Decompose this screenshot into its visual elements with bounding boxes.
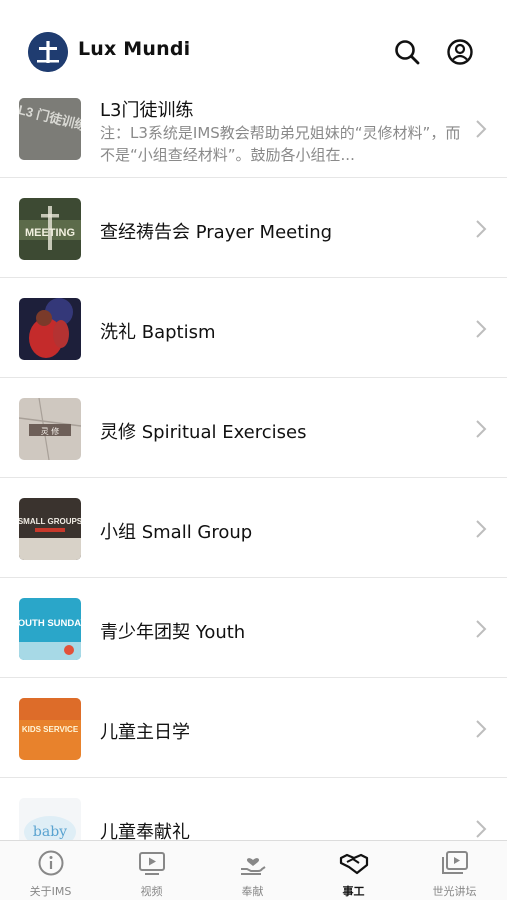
baby-dedication-thumbnail: baby xyxy=(19,798,81,840)
tab-video[interactable]: 视频 xyxy=(101,849,202,899)
baby-thumb-text: baby xyxy=(33,824,67,840)
chevron-right-icon xyxy=(474,818,488,840)
info-icon xyxy=(38,850,63,876)
bottom-tab-bar: 关于IMS 视频 奉献 事工 世光讲坛 xyxy=(0,840,507,900)
giving-icon xyxy=(240,858,266,875)
tab-about-ims[interactable]: 关于IMS xyxy=(0,849,101,899)
app-title: Lux Mundi xyxy=(78,38,191,60)
ministry-title: 青少年团契 Youth xyxy=(100,622,246,643)
ministry-handshake-icon xyxy=(339,853,368,875)
ministry-title: 儿童主日学 xyxy=(100,722,190,743)
list-item[interactable]: baby 儿童奉献礼 xyxy=(0,778,507,840)
ministry-title: L3门徒训练 xyxy=(100,100,194,121)
tab-ministry[interactable]: 事工 xyxy=(303,849,404,899)
prayer-thumb-text: MEETING xyxy=(25,227,75,239)
ministry-title: 洗礼 Baptism xyxy=(100,322,216,343)
chevron-right-icon xyxy=(474,318,488,340)
chevron-right-icon xyxy=(474,618,488,640)
youth-thumb-text: YOUTH SUNDAY xyxy=(19,618,81,629)
ministry-title: 小组 Small Group xyxy=(100,522,253,543)
spiritual-exercises-thumbnail: 灵 修 xyxy=(19,398,81,460)
ministry-description: 注：L3系统是IMS教会帮助弟兄姐妹的“灵修材料”，而不是“小组查经材料”。鼓励… xyxy=(100,124,461,164)
tab-label: 奉献 xyxy=(241,885,264,898)
ministry-title: 儿童奉献礼 xyxy=(100,822,190,840)
chevron-right-icon xyxy=(474,118,488,140)
chevron-right-icon xyxy=(474,518,488,540)
small-group-thumb-text: SMALL GROUPS xyxy=(19,517,81,526)
youth-thumbnail: YOUTH SUNDAY xyxy=(19,598,81,660)
list-item[interactable]: MEETING 查经祷告会 Prayer Meeting xyxy=(0,178,507,278)
account-icon[interactable] xyxy=(446,38,474,66)
baptism-thumbnail xyxy=(19,298,81,360)
chevron-right-icon xyxy=(474,218,488,240)
lux-mundi-logo[interactable] xyxy=(28,32,68,72)
sermon-icon xyxy=(441,851,468,874)
list-item[interactable]: SMALL GROUPS 小组 Small Group xyxy=(0,478,507,578)
kids-thumb-text: KIDS SERVICE xyxy=(22,725,79,734)
list-item[interactable]: YOUTH SUNDAY 青少年团契 Youth xyxy=(0,578,507,678)
tab-label: 视频 xyxy=(140,885,163,898)
tab-sermons[interactable]: 世光讲坛 xyxy=(404,849,505,899)
list-item[interactable]: 洗礼 Baptism xyxy=(0,278,507,378)
search-icon[interactable] xyxy=(393,38,421,66)
list-item[interactable]: L3 门徒训练 L3门徒训练 注：L3系统是IMS教会帮助弟兄姐妹的“灵修材料”… xyxy=(0,78,507,178)
list-item[interactable]: KIDS SERVICE 儿童主日学 xyxy=(0,678,507,778)
chevron-right-icon xyxy=(474,718,488,740)
ministry-title: 查经祷告会 Prayer Meeting xyxy=(100,222,333,243)
list-item[interactable]: 灵 修 灵修 Spiritual Exercises xyxy=(0,378,507,478)
l3-thumbnail: L3 门徒训练 xyxy=(19,98,81,160)
ministry-title: 灵修 Spiritual Exercises xyxy=(100,422,307,443)
tab-label: 关于IMS xyxy=(29,885,72,898)
spiritual-thumb-text: 灵 修 xyxy=(41,426,60,436)
tab-giving[interactable]: 奉献 xyxy=(202,849,303,899)
small-group-thumbnail: SMALL GROUPS xyxy=(19,498,81,560)
ministry-list: L3 门徒训练 L3门徒训练 注：L3系统是IMS教会帮助弟兄姐妹的“灵修材料”… xyxy=(0,78,507,840)
prayer-meeting-thumbnail: MEETING xyxy=(19,198,81,260)
chevron-right-icon xyxy=(474,418,488,440)
video-icon xyxy=(138,852,165,875)
tab-label: 事工 xyxy=(342,885,365,898)
tab-label: 世光讲坛 xyxy=(432,885,477,898)
kids-service-thumbnail: KIDS SERVICE xyxy=(19,698,81,760)
